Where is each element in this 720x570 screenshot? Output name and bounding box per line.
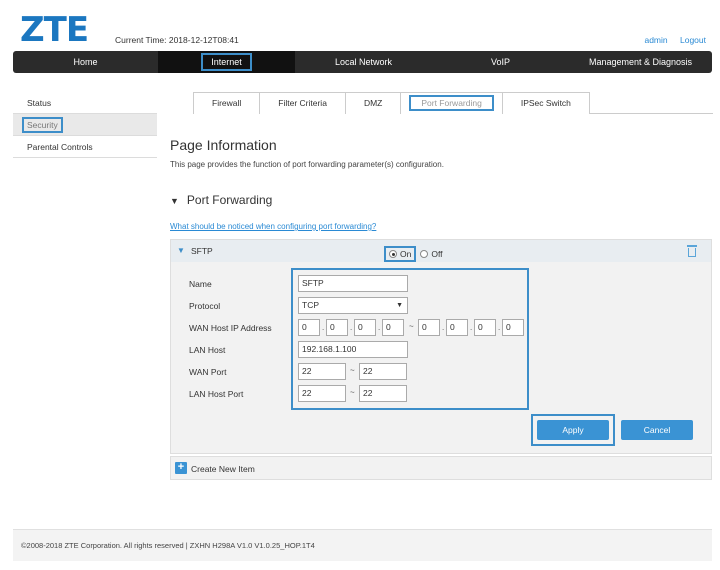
on-radio[interactable] (389, 250, 397, 258)
nav-internet[interactable]: Internet (158, 51, 295, 73)
ip-dot: . (498, 323, 501, 332)
ip-dot: . (442, 323, 445, 332)
on-off-switch: On Off (384, 246, 443, 262)
notice-link[interactable]: What should be noticed when configuring … (170, 222, 376, 231)
sidebar-item-status[interactable]: Status (13, 92, 157, 114)
wan-ip-end-octet-3[interactable]: 0 (474, 319, 496, 336)
nav-local-network[interactable]: Local Network (295, 51, 432, 73)
protocol-select[interactable]: TCP ▼ (298, 297, 408, 314)
off-radio[interactable] (420, 250, 429, 258)
nav-management-diagnosis[interactable]: Management & Diagnosis (569, 51, 712, 73)
on-option[interactable]: On (384, 246, 417, 262)
main-nav: Home Internet Local Network VoIP Managem… (13, 51, 712, 73)
wan-ip-start-octet-2[interactable]: 0 (326, 319, 348, 336)
section-title-label: Port Forwarding (186, 193, 273, 207)
sidebar-item-security-label: Security (22, 117, 63, 133)
section-title[interactable]: ▼ Port Forwarding (170, 193, 272, 207)
current-time: Current Time: 2018-12-12T08:41 (115, 35, 239, 45)
rule-header[interactable]: ▼ SFTP On Off (171, 240, 711, 262)
nav-local-network-label: Local Network (334, 57, 393, 67)
wan-ip-end-octet-2[interactable]: 0 (446, 319, 468, 336)
tab-filter-criteria[interactable]: Filter Criteria (259, 92, 346, 114)
label-name: Name (189, 279, 212, 289)
nav-home[interactable]: Home (13, 51, 158, 73)
lan-port-start-input[interactable]: 22 (298, 385, 346, 402)
page-description: This page provides the function of port … (170, 160, 444, 169)
plus-icon: + (175, 462, 187, 474)
label-lan-port: LAN Host Port (189, 389, 244, 399)
name-input[interactable]: SFTP (298, 275, 408, 292)
wan-ip-start-octet-1[interactable]: 0 (298, 319, 320, 336)
create-new-item-label: Create New Item (191, 464, 255, 474)
nav-home-label: Home (73, 57, 98, 67)
ip-dot: . (350, 323, 353, 332)
rule-panel: ▼ SFTP On Off Name Protocol WAN Host IP … (170, 239, 712, 454)
off-option[interactable]: Off (420, 249, 443, 259)
tab-port-forwarding[interactable]: Port Forwarding (400, 92, 503, 114)
wan-port-start-input[interactable]: 22 (298, 363, 346, 380)
wan-ip-end-octet-1[interactable]: 0 (418, 319, 440, 336)
rule-name: SFTP (191, 246, 213, 256)
dropdown-arrow-icon: ▼ (396, 302, 403, 309)
off-label: Off (431, 249, 443, 259)
nav-management-diagnosis-label: Management & Diagnosis (588, 57, 693, 67)
nav-voip[interactable]: VoIP (432, 51, 569, 73)
wan-port-end-input[interactable]: 22 (359, 363, 407, 380)
sidebar-item-security[interactable]: Security (13, 114, 157, 136)
lan-port-end-input[interactable]: 22 (359, 385, 407, 402)
apply-button[interactable]: Apply (537, 420, 609, 440)
nav-internet-label: Internet (201, 53, 252, 71)
tab-ipsec-switch[interactable]: IPSec Switch (501, 92, 590, 114)
tab-firewall[interactable]: Firewall (193, 92, 261, 114)
tab-port-forwarding-label: Port Forwarding (409, 95, 494, 111)
port-range-separator: ~ (350, 388, 355, 397)
rule-collapse-icon[interactable]: ▼ (177, 246, 185, 255)
wan-ip-start-octet-4[interactable]: 0 (382, 319, 404, 336)
wan-ip-end-octet-4[interactable]: 0 (502, 319, 524, 336)
ip-range-separator: ~ (409, 322, 414, 331)
nav-voip-label: VoIP (490, 57, 510, 67)
top-links: admin Logout (634, 35, 706, 45)
admin-link[interactable]: admin (644, 35, 667, 45)
on-label: On (400, 249, 412, 259)
ip-dot: . (322, 323, 325, 332)
zte-logo: ZTE (20, 10, 89, 50)
lan-host-input[interactable]: 192.168.1.100 (298, 341, 408, 358)
sidebar-item-parental-controls[interactable]: Parental Controls (13, 136, 157, 158)
protocol-value: TCP (302, 300, 319, 310)
label-protocol: Protocol (189, 301, 221, 311)
wan-ip-start-octet-3[interactable]: 0 (354, 319, 376, 336)
page-title: Page Information (170, 137, 277, 153)
sub-tabs: Firewall Filter Criteria DMZ Port Forwar… (193, 92, 713, 114)
cancel-button[interactable]: Cancel (621, 420, 693, 440)
trash-icon[interactable] (687, 244, 697, 257)
port-range-separator: ~ (350, 366, 355, 375)
tab-dmz[interactable]: DMZ (344, 92, 402, 114)
label-lan-host: LAN Host (189, 345, 226, 355)
ip-dot: . (378, 323, 381, 332)
footer: ©2008-2018 ZTE Corporation. All rights r… (13, 529, 712, 561)
sidebar: Status Security Parental Controls (13, 92, 157, 158)
collapse-triangle-icon: ▼ (170, 196, 179, 206)
logout-link[interactable]: Logout (680, 35, 706, 45)
label-wan-port: WAN Port (189, 367, 227, 377)
create-new-item[interactable]: + Create New Item (170, 456, 712, 480)
label-wan-ip: WAN Host IP Address (189, 323, 272, 333)
ip-dot: . (470, 323, 473, 332)
